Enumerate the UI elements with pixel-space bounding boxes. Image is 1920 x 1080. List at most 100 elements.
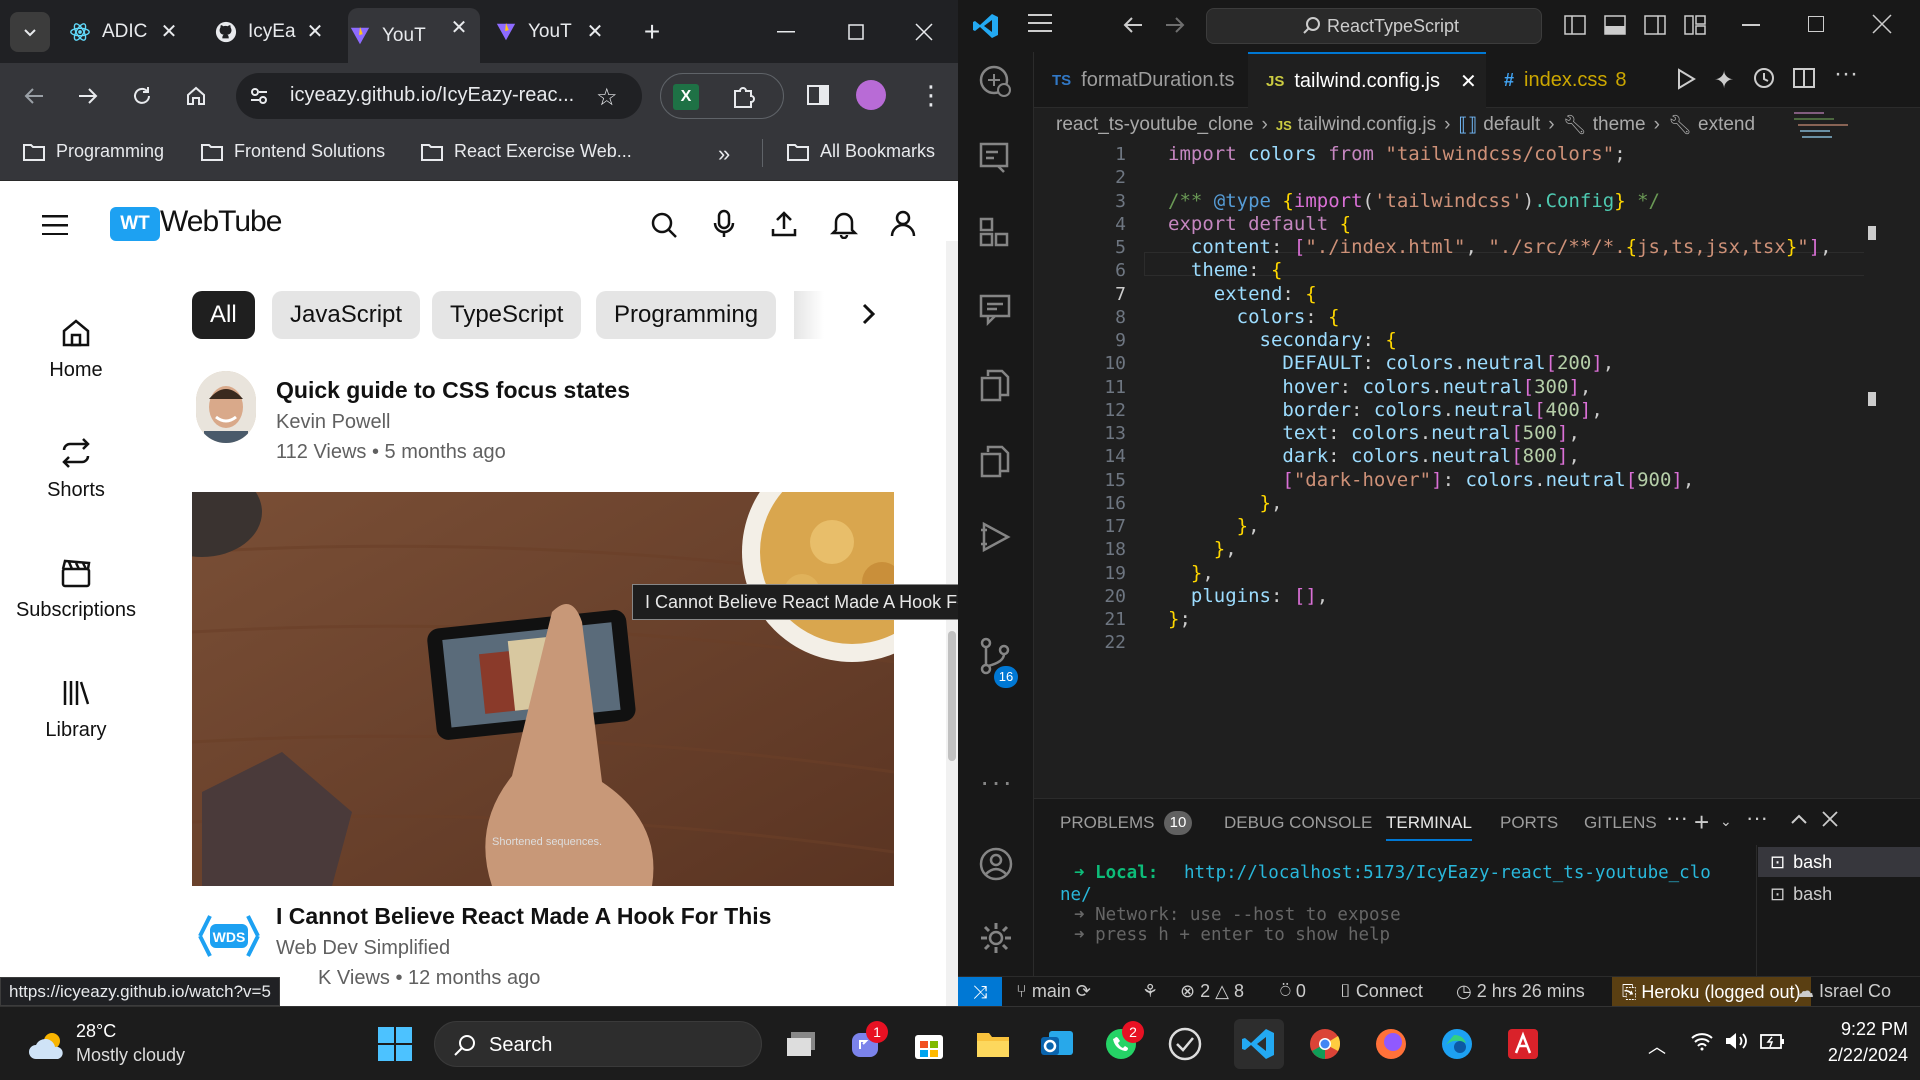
whatsapp-icon[interactable]: 2	[1096, 1019, 1146, 1069]
tab-formatduration[interactable]: TS formatDuration.ts	[1034, 52, 1248, 108]
bell-icon[interactable]	[830, 209, 858, 239]
comments-icon[interactable]	[978, 292, 1012, 326]
panel-tab-terminal[interactable]: TERMINAL	[1386, 813, 1472, 841]
battery-charging-icon[interactable]	[1760, 1033, 1786, 1051]
toggle-sidebar-icon[interactable]	[1564, 14, 1586, 36]
reload-icon[interactable]	[122, 76, 162, 116]
toggle-secondary-sidebar-icon[interactable]	[1644, 14, 1666, 36]
tab-adic[interactable]: ADIC ✕	[68, 12, 190, 52]
terminal-local-url-cont[interactable]: ne/	[1060, 885, 1092, 905]
code-editor[interactable]: react_ts-youtube_clone › JS tailwind.con…	[1034, 108, 1920, 798]
video-title[interactable]: I Cannot Believe React Made A Hook For T…	[276, 903, 771, 930]
terminal-more-icon[interactable]: ···	[1746, 805, 1768, 831]
command-center-search[interactable]: ReactTypeScript	[1206, 8, 1542, 44]
cloud-icon[interactable]	[28, 1031, 68, 1061]
breadcrumb-item[interactable]: tailwind.config.js	[1298, 114, 1436, 136]
nav-back-icon[interactable]	[1122, 14, 1144, 36]
acrobat-icon[interactable]	[1498, 1019, 1548, 1069]
bookmark-all[interactable]: All Bookmarks	[786, 141, 935, 162]
todo-icon[interactable]	[1160, 1019, 1210, 1069]
code-line[interactable]: },	[1168, 492, 1283, 514]
code-line[interactable]: dark: colors.neutral[800],	[1168, 445, 1580, 467]
volume-icon[interactable]	[1724, 1031, 1748, 1051]
code-line[interactable]: colors: {	[1168, 306, 1340, 328]
breadcrumb-item[interactable]: react_ts-youtube_clone	[1056, 114, 1254, 136]
panel-tab-debug-console[interactable]: DEBUG CONSOLE	[1224, 813, 1372, 833]
close-window-icon[interactable]	[904, 12, 944, 52]
new-tab-icon[interactable]: +	[632, 12, 672, 52]
scrollbar-thumb[interactable]	[948, 631, 956, 761]
more-panel-tabs-icon[interactable]: ···	[1666, 805, 1688, 831]
more-bookmarks-icon[interactable]: »	[718, 141, 730, 167]
maximize-icon[interactable]	[836, 12, 876, 52]
close-tab-icon[interactable]: ✕	[1460, 69, 1477, 94]
history-icon[interactable]	[1752, 66, 1776, 90]
customize-layout-icon[interactable]	[1684, 14, 1706, 36]
branch-status[interactable]: ⑂ main ⟳	[1016, 981, 1091, 1002]
git-graph-icon[interactable]: ⚘	[1142, 981, 1158, 1002]
terminal-local-url[interactable]: http://localhost:5173/IcyEazy-react_ts-y…	[1184, 863, 1711, 883]
time-tracker-status[interactable]: ◷ 2 hrs 26 mins	[1456, 981, 1585, 1002]
close-panel-icon[interactable]	[1822, 811, 1838, 827]
files-icon[interactable]	[978, 444, 1012, 478]
sparkle-icon[interactable]: ✦	[1714, 66, 1734, 95]
code-line[interactable]: hover: colors.neutral[300],	[1168, 376, 1591, 398]
avatar[interactable]	[196, 371, 256, 443]
upload-icon[interactable]	[770, 209, 798, 237]
sidebar-item-library[interactable]: Library	[0, 677, 152, 742]
excel-extension-icon[interactable]: X	[673, 84, 699, 110]
maximize-panel-icon[interactable]	[1790, 813, 1808, 825]
profile-avatar[interactable]	[856, 80, 886, 110]
chip-all[interactable]: All	[192, 291, 255, 339]
start-windows-icon[interactable]	[370, 1019, 420, 1069]
hamburger-menu-icon[interactable]	[42, 215, 68, 235]
panel-tab-ports[interactable]: PORTS	[1500, 813, 1558, 833]
task-view-icon[interactable]	[776, 1019, 826, 1069]
bookmark-frontend-solutions[interactable]: Frontend Solutions	[200, 141, 385, 162]
teams-icon[interactable]: 1	[840, 1019, 890, 1069]
vscode-taskbar-icon[interactable]	[1234, 1019, 1284, 1069]
site-info-icon[interactable]	[248, 85, 270, 107]
outlook-icon[interactable]	[1032, 1019, 1082, 1069]
run-debug-icon[interactable]	[978, 520, 1012, 554]
microphone-icon[interactable]	[712, 209, 736, 239]
breadcrumb-item[interactable]: extend	[1698, 114, 1755, 136]
tab-tailwind-config[interactable]: JS tailwind.config.js ✕	[1248, 52, 1486, 108]
maximize-icon[interactable]	[1808, 16, 1824, 32]
edge-icon[interactable]	[1432, 1019, 1482, 1069]
tab-webtube-active[interactable]: YouT ✕	[348, 8, 480, 63]
problems-status[interactable]: ⊗ 2 △ 8	[1180, 981, 1244, 1002]
code-line[interactable]: import colors from "tailwindcss/colors";	[1168, 143, 1626, 165]
nav-forward-icon[interactable]	[1164, 14, 1186, 36]
breadcrumb-item[interactable]: theme	[1593, 114, 1646, 136]
code-line[interactable]: text: colors.neutral[500],	[1168, 422, 1580, 444]
tab-github[interactable]: IcyEa ✕	[214, 12, 336, 52]
page-scrollbar[interactable]	[946, 241, 958, 1006]
code-line[interactable]: ["dark-hover"]: colors.neutral[900],	[1168, 469, 1694, 491]
code-line[interactable]: extend: {	[1168, 283, 1317, 305]
panel-tab-problems[interactable]: PROBLEMS	[1060, 813, 1154, 833]
clock-date[interactable]: 2/22/2024	[1808, 1045, 1908, 1066]
minimize-icon[interactable]	[1742, 24, 1760, 26]
ports-status[interactable]: ⍥ 0	[1280, 981, 1306, 1002]
accounts-icon[interactable]	[978, 846, 1014, 882]
remote-explorer-icon[interactable]	[978, 64, 1014, 100]
clock-time[interactable]: 9:22 PM	[1808, 1019, 1908, 1040]
code-line[interactable]: },	[1168, 538, 1237, 560]
split-editor-icon[interactable]	[1792, 66, 1816, 90]
explorer-icon[interactable]	[978, 368, 1012, 402]
menu-icon[interactable]	[1028, 14, 1052, 32]
terminal-output[interactable]: ➜ Local: http://localhost:5173/IcyEazy-r…	[1034, 849, 1754, 977]
bookmark-react-exercise[interactable]: React Exercise Web...	[420, 141, 632, 162]
run-icon[interactable]	[1676, 68, 1696, 90]
remote-indicator-icon[interactable]: ⤨	[958, 977, 1002, 1006]
search-icon[interactable]	[650, 211, 678, 239]
minimize-icon[interactable]	[766, 12, 806, 52]
terminal-instance-bash-2[interactable]: ⊡ bash	[1758, 879, 1920, 909]
code-line[interactable]: secondary: {	[1168, 329, 1397, 351]
address-bar[interactable]: icyeazy.github.io/IcyEazy-reac... ☆	[236, 73, 642, 119]
chip-javascript[interactable]: JavaScript	[272, 291, 421, 339]
menu-dots-icon[interactable]: ⋮	[918, 80, 944, 110]
weather-desc[interactable]: Mostly cloudy	[76, 1045, 185, 1066]
firefox-icon[interactable]	[1366, 1019, 1416, 1069]
